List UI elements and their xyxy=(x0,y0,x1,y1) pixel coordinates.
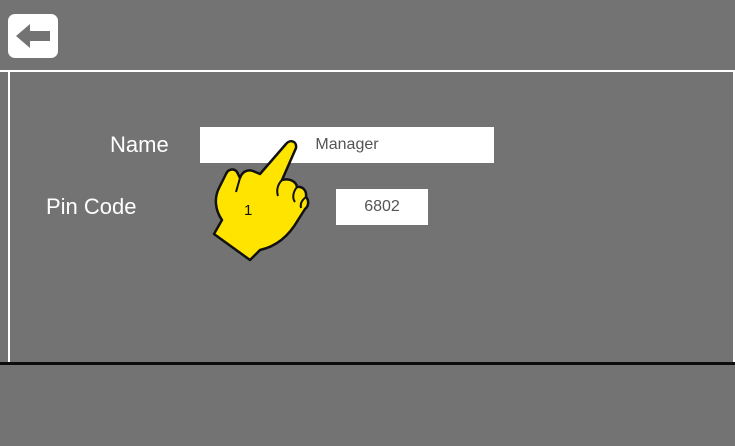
name-label: Name xyxy=(110,132,169,157)
arrow-left-icon xyxy=(16,24,50,48)
pin-code-field[interactable]: 6802 xyxy=(336,189,428,225)
pointing-hand-icon xyxy=(212,139,310,262)
footer-bar xyxy=(0,365,735,446)
step-number-label: 1 xyxy=(244,202,253,219)
back-button[interactable] xyxy=(8,14,58,58)
pin-code-label: Pin Code xyxy=(46,194,137,219)
top-bar xyxy=(0,0,735,72)
